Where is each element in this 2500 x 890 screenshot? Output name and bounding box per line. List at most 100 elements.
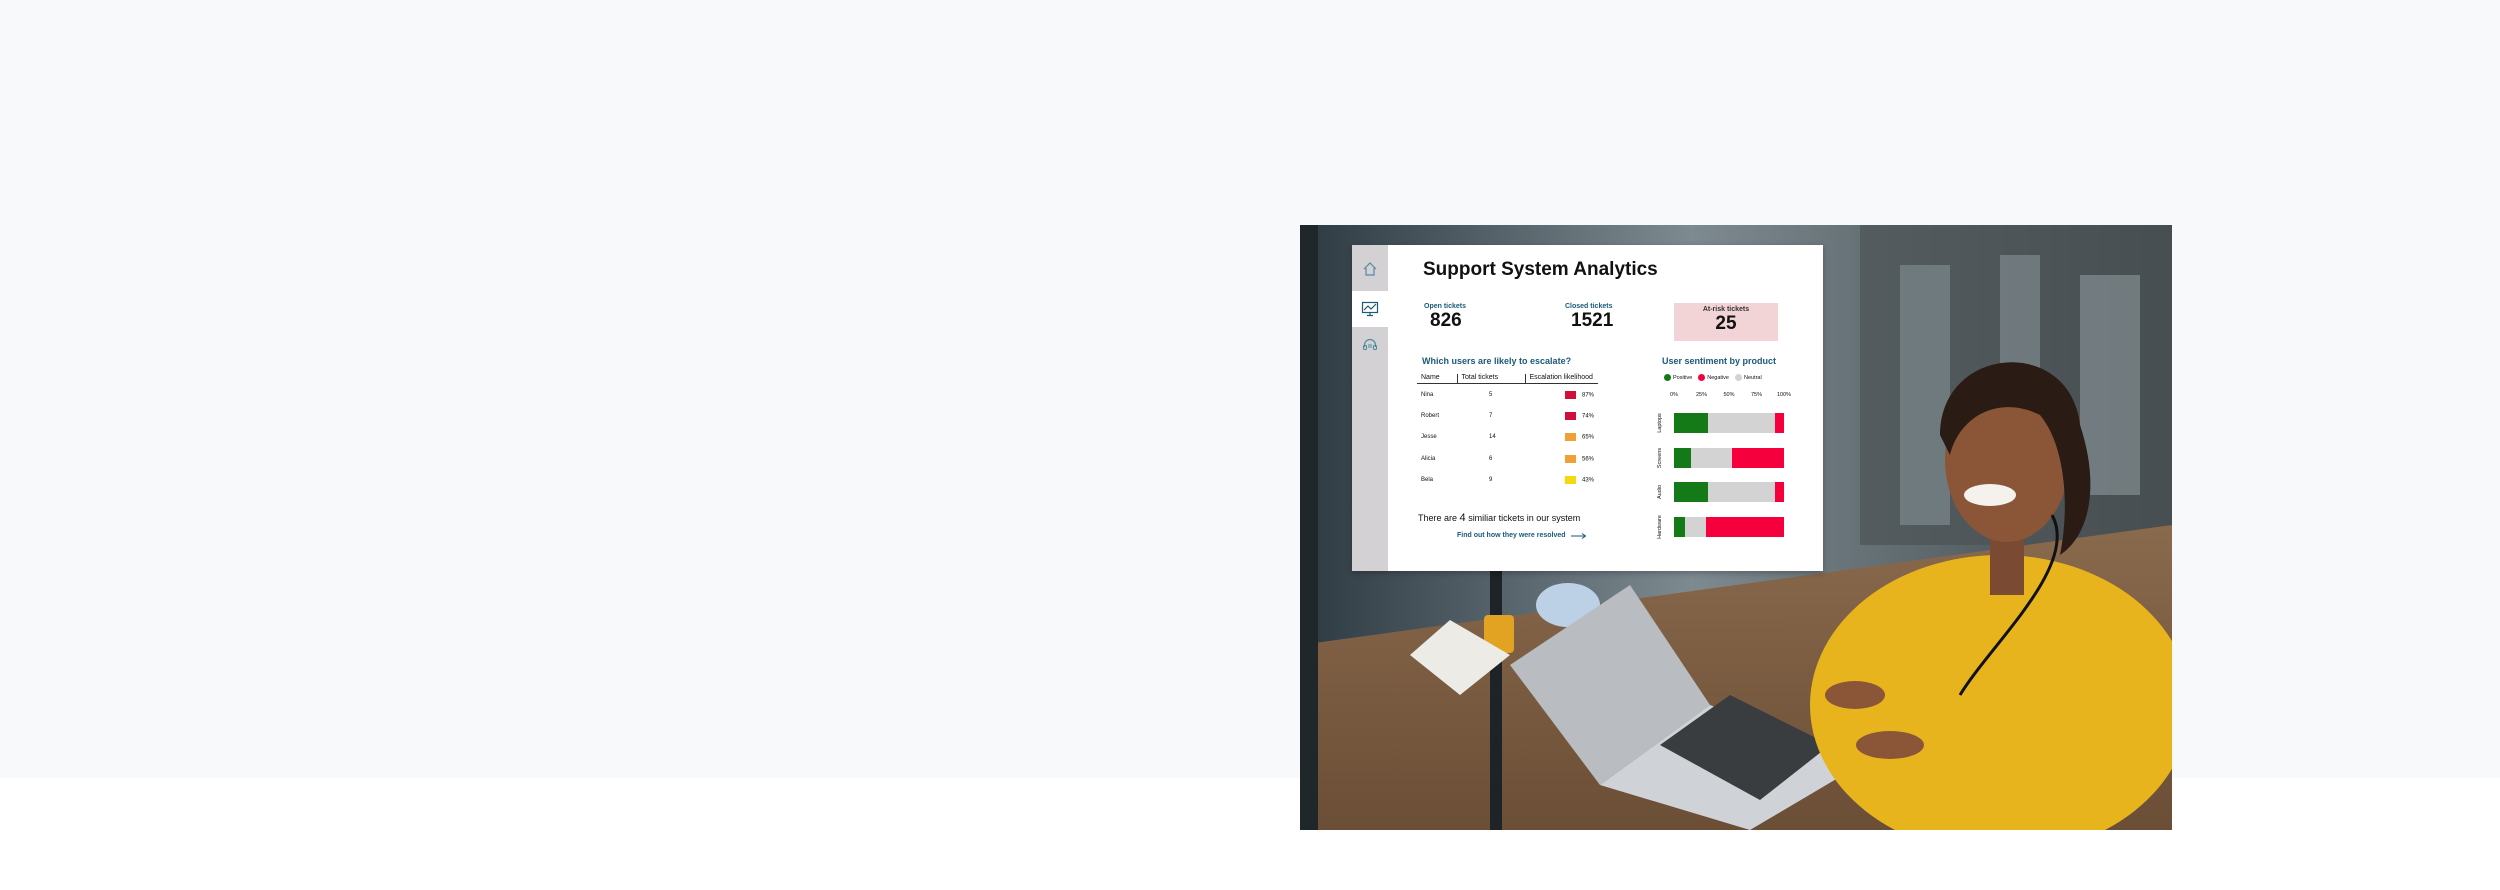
legend-item-positive: Positive [1664, 374, 1692, 381]
nav-item-analytics[interactable] [1352, 291, 1388, 327]
legend-label: Negative [1707, 374, 1729, 381]
similar-tickets-text: There are 4 similiar tickets in our syst… [1418, 512, 1580, 524]
user-name: Nina [1421, 391, 1434, 398]
column-header-escalation-likelihood: Escalation likelihood [1524, 374, 1599, 384]
category-label-text: Hardware [1657, 515, 1663, 539]
likelihood-value: 74% [1582, 413, 1595, 420]
category-label-text: Audio [1657, 484, 1663, 500]
kpi-at-risk-tickets: At-risk tickets 25 [1674, 303, 1778, 341]
side-navigation-rail [1352, 245, 1388, 571]
bar-segment-negative[interactable] [1705, 517, 1784, 537]
likelihood-cell: 65% [1525, 427, 1598, 449]
bar-row-screens [1674, 448, 1784, 468]
ticket-count: 14 [1489, 434, 1496, 441]
bar-segment-neutral[interactable] [1708, 482, 1776, 502]
kpi-value: 1521 [1571, 310, 1614, 331]
bar-segment-negative[interactable] [1732, 448, 1784, 468]
nav-item-home[interactable] [1352, 251, 1388, 287]
category-label-text: Laptops [1657, 413, 1663, 433]
sentiment-axis-ticks: 0% 25% 50% 75% 100% [1670, 392, 1791, 400]
ticket-count: 9 [1489, 477, 1493, 484]
kpi-label: Closed tickets [1565, 303, 1613, 310]
similar-prefix: There are [1418, 513, 1458, 523]
bar-row-hardware [1674, 517, 1784, 537]
page-title: Support System Analytics [1423, 259, 1658, 280]
ticket-count: 7 [1489, 412, 1493, 419]
table-row[interactable]: Jesse 14 65% [1417, 427, 1598, 449]
headset-icon [1362, 338, 1378, 351]
column-header-total-tickets: Total tickets [1456, 374, 1525, 384]
likelihood-swatch [1565, 411, 1576, 420]
sentiment-legend: Positive Negative Neutral [1664, 374, 1762, 381]
similar-count: 4 [1459, 512, 1466, 524]
legend-item-neutral: Neutral [1734, 374, 1762, 381]
likelihood-value: 87% [1582, 392, 1595, 399]
table-row[interactable]: Bela 9 43% [1417, 470, 1598, 492]
user-name: Alicia [1421, 455, 1436, 462]
legend-item-negative: Negative [1698, 374, 1729, 381]
table-row[interactable]: Alicia 6 56% [1417, 448, 1598, 470]
arrow-right-icon [1570, 532, 1586, 539]
find-resolution-link[interactable]: Find out how they were resolved [1457, 532, 1587, 539]
likelihood-cell: 87% [1525, 384, 1598, 406]
bar-segment-neutral[interactable] [1708, 413, 1776, 433]
escalation-title: Which users are likely to escalate? [1422, 356, 1572, 366]
analytics-monitor-icon [1361, 301, 1379, 317]
category-label: Screens [1656, 443, 1664, 473]
legend-dot [1734, 374, 1742, 381]
find-resolution-link-label: Find out how they were resolved [1457, 532, 1566, 539]
likelihood-cell: 43% [1525, 470, 1598, 492]
nav-item-support[interactable] [1352, 327, 1388, 363]
user-name: Bela [1421, 477, 1434, 484]
legend-label: Neutral [1743, 374, 1762, 381]
bar-row-laptops [1674, 413, 1784, 433]
category-label: Audio [1656, 477, 1664, 507]
category-label: Laptops [1656, 408, 1664, 438]
bar-segment-negative[interactable] [1775, 413, 1784, 433]
likelihood-swatch [1565, 433, 1576, 442]
home-icon [1363, 262, 1377, 276]
likelihood-cell: 74% [1525, 405, 1598, 427]
bar-segment-neutral[interactable] [1685, 517, 1706, 537]
likelihood-value: 65% [1582, 434, 1595, 441]
similar-suffix: similiar tickets in our system [1468, 513, 1581, 523]
category-label: Hardware [1656, 512, 1664, 542]
likelihood-swatch [1565, 454, 1576, 463]
likelihood-value: 56% [1582, 456, 1595, 463]
axis-tick-label: 75% [1750, 392, 1763, 398]
likelihood-swatch [1565, 476, 1576, 485]
kpi-value: 25 [1715, 313, 1737, 334]
legend-dot [1664, 374, 1671, 381]
axis-tick-label: 0% [1670, 392, 1678, 398]
escalation-table: Name Total tickets Escalation likelihood… [1417, 374, 1599, 492]
bar-segment-negative[interactable] [1775, 482, 1784, 502]
bar-row-audio [1674, 482, 1784, 502]
axis-tick-label: 50% [1723, 392, 1735, 398]
bar-segment-positive[interactable] [1674, 482, 1709, 502]
likelihood-cell: 56% [1525, 448, 1598, 470]
legend-label: Positive [1673, 374, 1693, 381]
kpi-label: At-risk tickets [1702, 306, 1750, 313]
axis-tick-label: 100% [1776, 392, 1792, 398]
kpi-closed-tickets: Closed tickets 1521 [1565, 303, 1613, 331]
kpi-value: 826 [1430, 310, 1462, 331]
sentiment-title: User sentiment by product [1662, 356, 1777, 366]
user-name: Robert [1421, 412, 1440, 419]
analytics-dashboard-card: Support System Analytics Open tickets 82… [1352, 245, 1823, 571]
table-row[interactable]: Nina 5 87% [1417, 384, 1598, 406]
legend-dot [1698, 374, 1706, 381]
kpi-label: Open tickets [1424, 303, 1467, 310]
bar-segment-positive[interactable] [1674, 448, 1691, 468]
column-header-name: Name [1417, 374, 1457, 384]
user-name: Jesse [1421, 434, 1437, 441]
category-label-text: Screens [1657, 447, 1663, 469]
likelihood-swatch [1565, 390, 1576, 399]
kpi-open-tickets: Open tickets 826 [1424, 303, 1466, 331]
ticket-count: 5 [1489, 391, 1493, 398]
bar-segment-positive[interactable] [1674, 413, 1709, 433]
axis-tick-label: 25% [1695, 392, 1708, 398]
table-row[interactable]: Robert 7 74% [1417, 405, 1598, 427]
bar-segment-neutral[interactable] [1690, 448, 1733, 468]
likelihood-value: 43% [1582, 477, 1595, 484]
bar-segment-positive[interactable] [1674, 517, 1685, 537]
